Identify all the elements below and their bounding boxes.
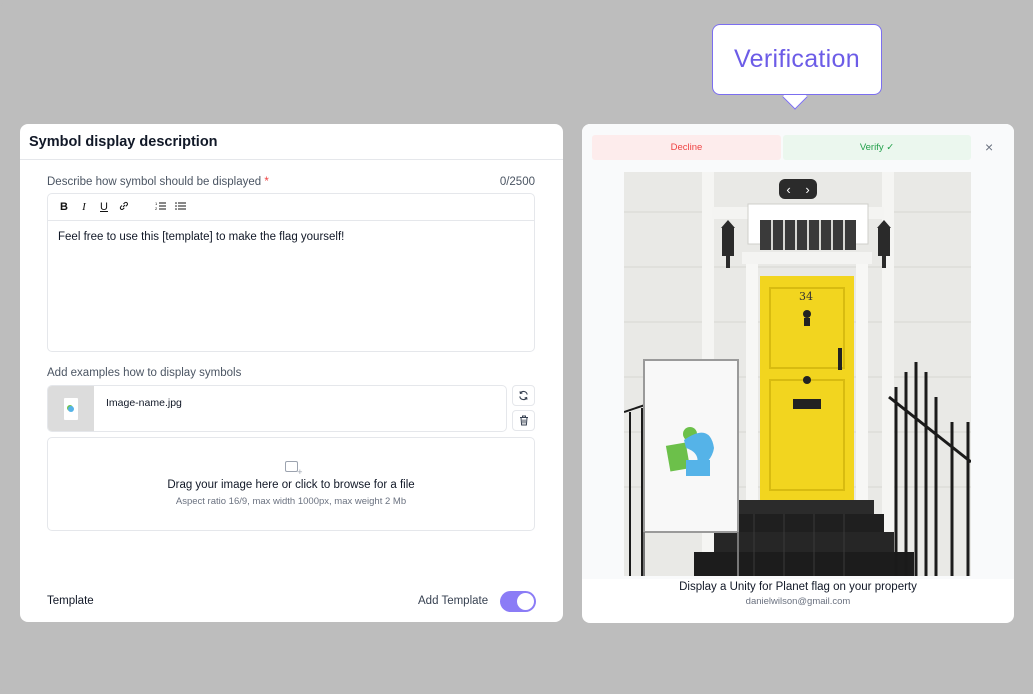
underline-button[interactable]: U (99, 201, 109, 213)
file-name: Image-name.jpg (106, 397, 182, 409)
examples-label: Add examples how to display symbols (47, 367, 242, 379)
property-photo: 34 (624, 172, 971, 576)
verify-button[interactable]: Verify ✓ (783, 135, 971, 160)
decline-button[interactable]: Decline (592, 135, 781, 160)
bullet-list-icon[interactable] (175, 201, 186, 214)
callout-label: Verification (734, 45, 860, 73)
description-label: Describe how symbol should be displayed … (47, 176, 269, 188)
flag-thumbnail-icon (64, 397, 78, 420)
replace-file-button[interactable] (512, 385, 535, 406)
delete-file-button[interactable] (512, 410, 535, 431)
close-icon[interactable]: × (985, 139, 993, 155)
verify-label: Verify (859, 142, 884, 153)
symbol-description-panel: Symbol display description Describe how … (20, 124, 563, 622)
char-counter: 0/2500 (499, 176, 535, 188)
svg-text:2: 2 (155, 206, 158, 211)
previous-image-button[interactable]: ‹ (786, 182, 790, 197)
add-image-icon (284, 461, 303, 477)
image-navigation: ‹ › (779, 179, 817, 199)
bold-button[interactable]: B (59, 201, 69, 213)
verification-callout: Verification (712, 24, 882, 95)
image-dropzone[interactable]: Drag your image here or click to browse … (47, 437, 535, 531)
dropzone-subtitle: Aspect ratio 16/9, max width 1000px, max… (175, 496, 407, 507)
italic-button[interactable]: I (79, 201, 89, 213)
panel-title: Symbol display description (20, 124, 563, 160)
file-thumbnail (48, 386, 94, 431)
add-template-toggle[interactable] (500, 591, 536, 612)
next-image-button[interactable]: › (805, 182, 809, 197)
link-icon[interactable] (119, 201, 129, 214)
dropzone-title: Drag your image here or click to browse … (167, 479, 415, 491)
uploaded-file-item: Image-name.jpg (47, 385, 507, 432)
submission-caption: Display a Unity for Planet flag on your … (679, 581, 917, 593)
verification-panel: Decline Verify ✓ × 34 ‹ › Display a Unit… (582, 124, 1014, 623)
add-template-label: Add Template (418, 595, 489, 607)
rich-text-editor[interactable]: B I U 12 Feel free to use this [template… (47, 193, 535, 352)
description-field-header: Describe how symbol should be displayed … (47, 176, 535, 188)
required-mark: * (264, 176, 269, 188)
check-icon: ✓ (886, 142, 895, 153)
toggle-knob (517, 593, 534, 610)
template-label: Template (47, 595, 94, 607)
trash-icon (519, 415, 528, 426)
submitter-email: danielwilson@gmail.com (745, 596, 851, 607)
ordered-list-icon[interactable]: 12 (155, 201, 166, 214)
editor-content[interactable]: Feel free to use this [template] to make… (48, 221, 534, 253)
editor-toolbar: B I U 12 (48, 194, 534, 221)
refresh-icon (519, 390, 528, 401)
description-label-text: Describe how symbol should be displayed (47, 176, 262, 188)
door-number: 34 (799, 290, 813, 303)
